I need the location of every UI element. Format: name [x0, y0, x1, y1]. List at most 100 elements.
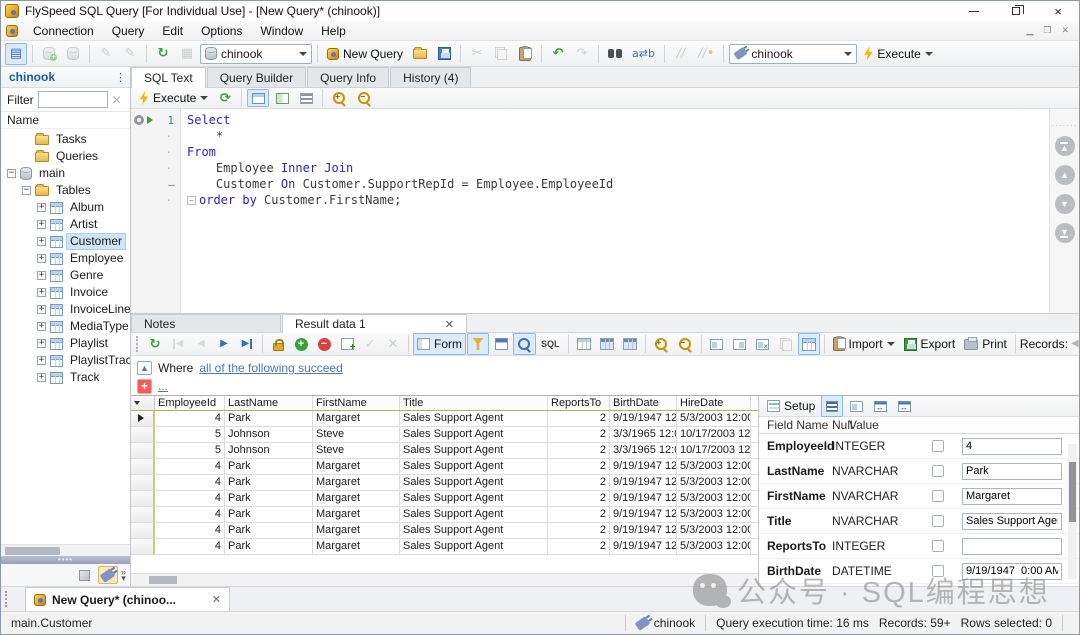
- grid-cell[interactable]: Park: [225, 475, 313, 490]
- tree-item-queries[interactable]: Queries: [1, 148, 130, 165]
- expander-icon[interactable]: +: [37, 339, 46, 348]
- column-header-firstname[interactable]: FirstName: [313, 396, 400, 410]
- field-value-input[interactable]: [962, 538, 1062, 555]
- tree-item-invoice[interactable]: +Invoice: [1, 284, 130, 301]
- tree-item-playlisttrack[interactable]: +PlaylistTrack: [1, 352, 130, 369]
- tree-item-playlist[interactable]: +Playlist: [1, 335, 130, 352]
- import-button[interactable]: Import: [829, 333, 899, 355]
- expander-icon[interactable]: +: [37, 305, 46, 314]
- grid-cell[interactable]: Sales Support Agent: [400, 411, 548, 426]
- format-sql-button[interactable]: ⟳: [214, 89, 236, 107]
- grid-cell[interactable]: Sales Support Agent: [400, 427, 548, 442]
- table-row[interactable]: 5JohnsonSteveSales Support Agent23/3/196…: [131, 443, 758, 459]
- grid-cell[interactable]: Park: [225, 411, 313, 426]
- mdi-restore-button[interactable]: ❐: [1043, 26, 1051, 35]
- connect-button[interactable]: +: [38, 43, 60, 65]
- scrollbar-thumb[interactable]: [149, 576, 177, 584]
- grid-cell[interactable]: 2: [548, 443, 610, 458]
- refresh-results-button[interactable]: ↻: [144, 333, 166, 355]
- row-selector[interactable]: [131, 443, 155, 458]
- grid-cell[interactable]: Park: [225, 523, 313, 538]
- grid-cell[interactable]: 9/19/1947 12:0...: [610, 475, 677, 490]
- column-chooser-icon[interactable]: [134, 401, 140, 405]
- inspector-vscrollbar[interactable]: [1068, 444, 1077, 579]
- table-row[interactable]: 4ParkMargaretSales Support Agent29/19/19…: [131, 539, 758, 555]
- editor-zoom-out-button[interactable]: −: [353, 89, 376, 107]
- export-button[interactable]: Export: [900, 333, 960, 355]
- cut-button[interactable]: ✂: [466, 43, 488, 65]
- grid-cell[interactable]: 4: [155, 475, 225, 490]
- grid-cell[interactable]: Steve: [313, 427, 400, 442]
- grid-cell[interactable]: 2: [548, 427, 610, 442]
- object-tree-toggle-button[interactable]: ▤: [5, 43, 27, 65]
- tree-item-track[interactable]: +Track: [1, 369, 130, 386]
- grid-cell[interactable]: Sales Support Agent: [400, 539, 548, 554]
- grid-cell[interactable]: 4: [155, 539, 225, 554]
- expander-icon[interactable]: +: [37, 254, 46, 263]
- layout-left-button[interactable]: [706, 333, 728, 355]
- grid-cell[interactable]: 5/3/2003 12:00: [677, 475, 751, 490]
- grid-cell[interactable]: 4: [155, 491, 225, 506]
- tab-history-4-[interactable]: History (4): [390, 67, 471, 87]
- tab-result-data-1[interactable]: Result data 1✕: [282, 314, 467, 333]
- lock-button[interactable]: [267, 333, 289, 355]
- row-selector[interactable]: [131, 491, 155, 506]
- grid-cell[interactable]: Sales Support Agent: [400, 475, 548, 490]
- grid-cell[interactable]: Johnson: [225, 443, 313, 458]
- comment-button[interactable]: ∕∕: [670, 43, 692, 65]
- table-row[interactable]: 4ParkMargaretSales Support Agent29/19/19…: [131, 523, 758, 539]
- grid-cell[interactable]: Margaret: [313, 475, 400, 490]
- tab-query-info[interactable]: Query Info: [307, 67, 389, 87]
- disconnect-button[interactable]: [62, 43, 84, 65]
- mdi-close-button[interactable]: ✕: [1061, 26, 1069, 35]
- records-prev-button[interactable]: ◀: [1071, 339, 1079, 349]
- grid-cell[interactable]: Margaret: [313, 523, 400, 538]
- grid-cell[interactable]: Margaret: [313, 459, 400, 474]
- menu-help[interactable]: Help: [312, 22, 355, 40]
- layout-right-button[interactable]: [729, 333, 751, 355]
- menu-options[interactable]: Options: [192, 22, 251, 40]
- expander-icon[interactable]: +: [37, 356, 46, 365]
- objects-view-button[interactable]: [75, 566, 95, 584]
- filter-toggle-button[interactable]: [467, 333, 489, 355]
- undo-button[interactable]: ↶: [547, 43, 569, 65]
- best-fit-button[interactable]: [596, 333, 618, 355]
- grid-cell[interactable]: Sales Support Agent: [400, 459, 548, 474]
- header-panel-button[interactable]: [490, 333, 512, 355]
- commit-button[interactable]: ▦: [176, 43, 198, 65]
- grid-cell[interactable]: 9/19/1947 12:0...: [610, 507, 677, 522]
- grid-cell[interactable]: 2: [548, 539, 610, 554]
- grid-cell[interactable]: Sales Support Agent: [400, 507, 548, 522]
- last-record-button[interactable]: ▶: [236, 333, 258, 355]
- grid-cell[interactable]: 5: [155, 443, 225, 458]
- expander-icon[interactable]: +: [37, 203, 46, 212]
- grid-cell[interactable]: 5/3/2003 12:00: [677, 539, 751, 554]
- row-selector[interactable]: [131, 459, 155, 474]
- redo-button[interactable]: ↷: [571, 43, 593, 65]
- document-tab-close-icon[interactable]: ✕: [212, 593, 221, 606]
- document-tab[interactable]: New Query* (chinoo... ✕: [25, 587, 230, 611]
- fold-toggle[interactable]: −: [187, 196, 196, 205]
- inspector-toggle-button[interactable]: [798, 333, 820, 355]
- column-header-birthdate[interactable]: BirthDate: [610, 396, 677, 410]
- grid-cell[interactable]: 2: [548, 491, 610, 506]
- null-checkbox[interactable]: [932, 490, 944, 502]
- grid-cell[interactable]: 10/17/2003 12:: [677, 443, 751, 458]
- grid-cell[interactable]: Sales Support Agent: [400, 523, 548, 538]
- grid-cell[interactable]: 2: [548, 523, 610, 538]
- paste-button[interactable]: [514, 43, 536, 65]
- column-header-lastname[interactable]: LastName: [225, 396, 313, 410]
- filter-collapse-button[interactable]: ▲: [137, 361, 152, 375]
- align-fields-button[interactable]: [821, 395, 843, 417]
- grid-cell[interactable]: Sales Support Agent: [400, 443, 548, 458]
- first-record-button[interactable]: ◀: [167, 333, 189, 355]
- grid-cell[interactable]: Park: [225, 459, 313, 474]
- more-views-button[interactable]: »▾: [121, 569, 126, 581]
- row-selector[interactable]: [131, 475, 155, 490]
- grid-cell[interactable]: 9/19/1947 12:0...: [610, 491, 677, 506]
- grid-cell[interactable]: 9/19/1947 12:0...: [610, 411, 677, 426]
- grid-cell[interactable]: Park: [225, 491, 313, 506]
- menu-edit[interactable]: Edit: [153, 22, 192, 40]
- single-view-button[interactable]: [247, 89, 269, 107]
- form-view-button[interactable]: Form: [413, 333, 466, 355]
